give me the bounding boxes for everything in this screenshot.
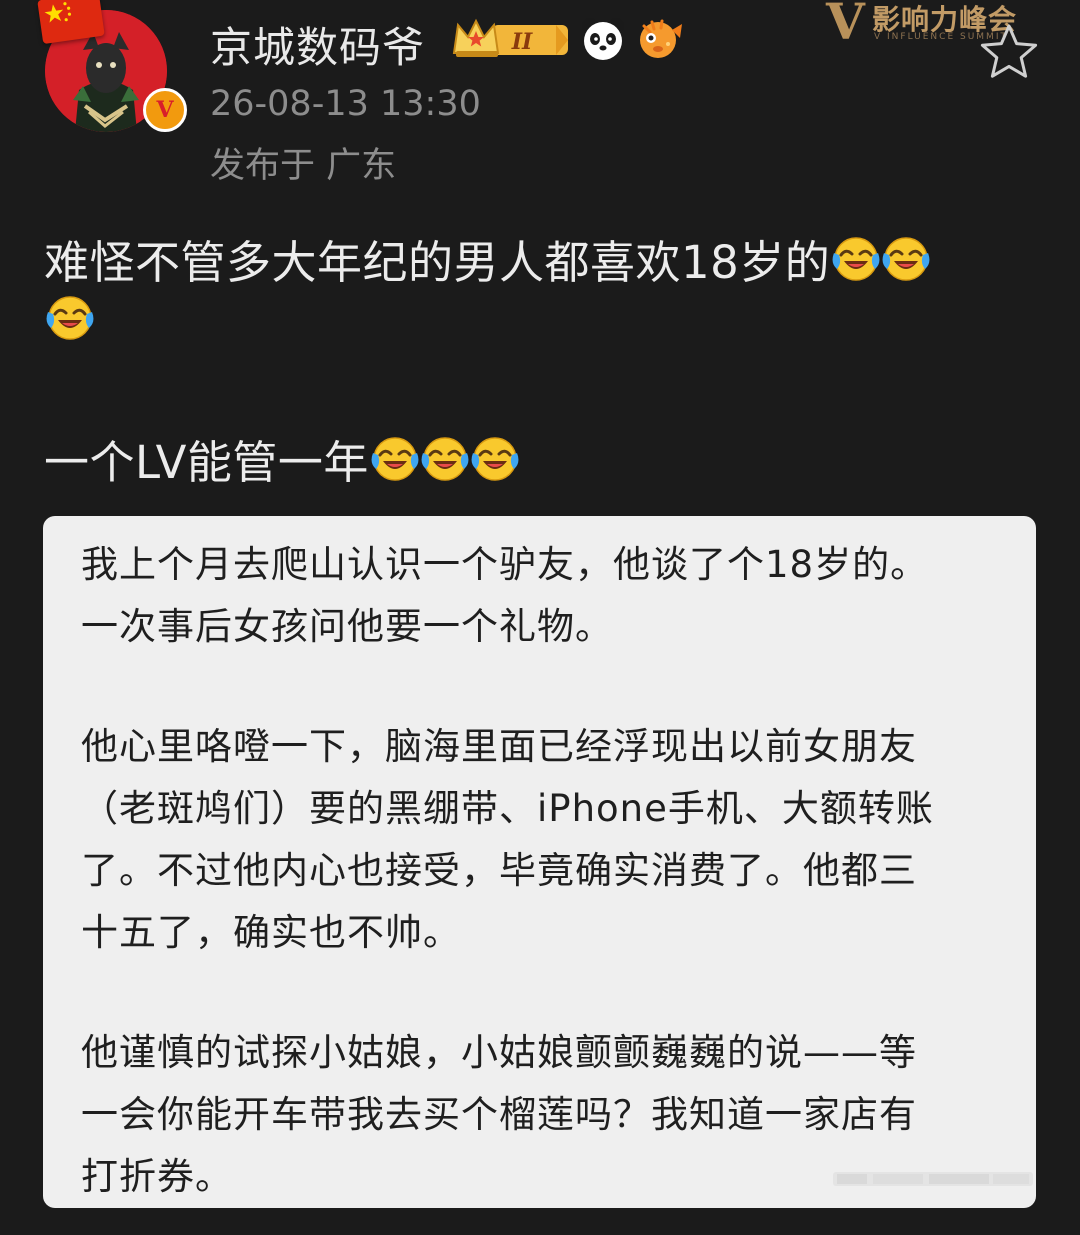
card-text-line: 十五了，确实也不帅。 — [81, 911, 461, 954]
laughing-crying-face-icon — [471, 435, 519, 483]
user-badges: II — [452, 14, 682, 64]
post-text: 一个LV能管一年 — [44, 436, 369, 489]
laughing-crying-face-icon — [371, 435, 419, 483]
laughing-crying-face-icon — [46, 294, 94, 342]
card-text-line: 他谨慎的试探小姑娘，小姑娘颤颤巍巍的说——等 — [81, 1031, 917, 1074]
post-text-line: 难怪不管多大年纪的男人都喜欢18岁的 — [44, 226, 930, 291]
crown-icon[interactable]: II — [452, 17, 570, 61]
card-text-line: （老斑鸠们）要的黑绷带、iPhone手机、大额转账 — [81, 787, 934, 830]
post-emoji-line — [44, 294, 94, 342]
level-badge-text: II — [511, 29, 533, 55]
username[interactable]: 京城数码爷 — [210, 14, 425, 75]
post-timestamp: 26-08-13 13:30 — [210, 84, 481, 124]
avatar[interactable]: V — [37, 0, 187, 135]
post-text-line: 一个LV能管一年 — [44, 426, 519, 491]
quoted-image-card[interactable]: 我上个月去爬山认识一个驴友，他谈了个18岁的。 一次事后女孩问他要一个礼物。 他… — [43, 516, 1036, 1208]
post-location: 发布于 广东 — [210, 146, 397, 186]
laughing-crying-face-icon — [882, 235, 930, 283]
card-text-line: 我上个月去爬山认识一个驴友，他谈了个18岁的。 — [81, 543, 929, 586]
card-text-line: 一次事后女孩问他要一个礼物。 — [81, 605, 613, 648]
card-text-line: 打折券。 — [81, 1155, 233, 1198]
card-text-line: 一会你能开车带我去买个榴莲吗？我知道一家店有 — [81, 1093, 917, 1136]
verified-badge-icon: V — [143, 88, 187, 132]
pufferfish-icon — [640, 19, 682, 58]
summit-v-mark: V — [826, 0, 865, 51]
panda-icon — [582, 18, 624, 60]
star-outline-icon[interactable] — [978, 22, 1040, 82]
watermark-icon — [833, 1172, 1033, 1186]
laughing-crying-face-icon — [421, 435, 469, 483]
card-text-line: 了。不过他内心也接受，毕竟确实消费了。他都三 — [81, 849, 917, 892]
post-text: 难怪不管多大年纪的男人都喜欢18岁的 — [44, 236, 831, 289]
card-text-line: 他心里咯噔一下，脑海里面已经浮现出以前女朋友 — [81, 725, 917, 768]
verified-mark: V — [156, 97, 174, 123]
laughing-crying-face-icon — [832, 235, 880, 283]
weibo-post: V 京城数码爷 II 26-08-13 13:30 发布于 广东 V 影响力峰会… — [0, 0, 1080, 1235]
